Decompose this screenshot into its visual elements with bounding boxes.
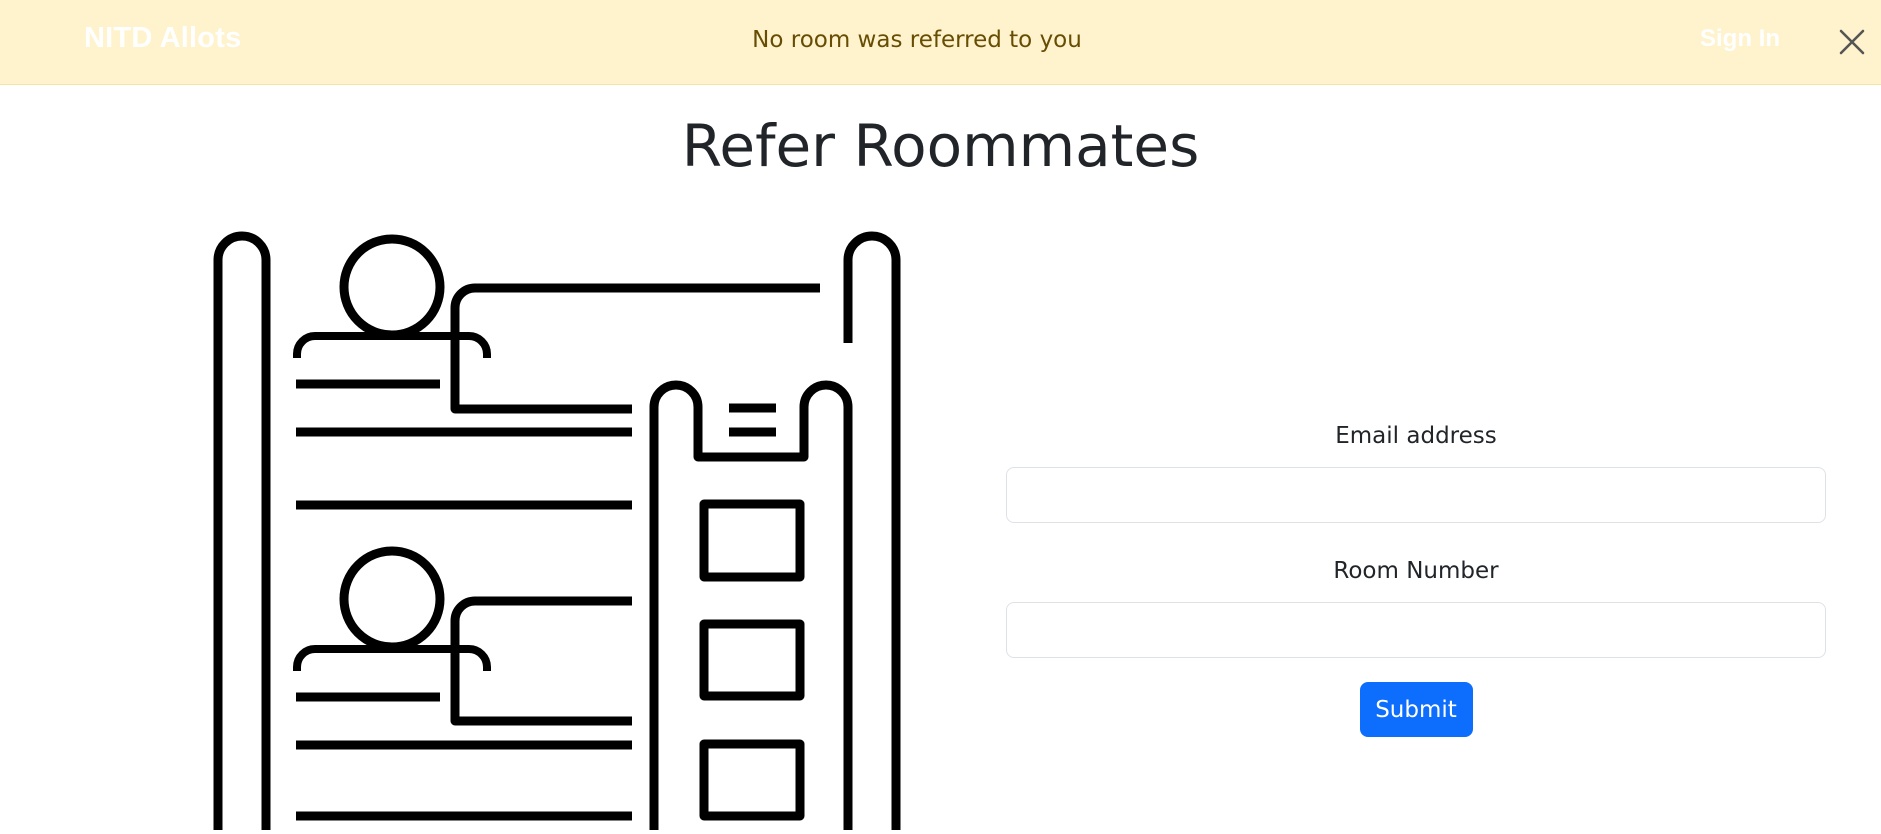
close-icon <box>1839 29 1865 55</box>
submit-button[interactable]: Submit <box>1359 682 1473 737</box>
refer-form: Email address Room Number Submit <box>1006 420 1826 737</box>
page-title: Refer Roommates <box>681 112 1200 180</box>
sign-in-link[interactable]: Sign In <box>1700 25 1780 53</box>
bunk-bed-illustration <box>212 230 912 830</box>
close-alert-button[interactable] <box>1832 22 1872 62</box>
bunk-bed-roommates-icon <box>213 231 901 830</box>
alert-message: No room was referred to you <box>752 27 1082 53</box>
email-label: Email address <box>1335 423 1497 449</box>
alert-banner: NITD Allots No room was referred to you … <box>0 0 1881 85</box>
email-field[interactable] <box>1006 467 1826 523</box>
room-number-field[interactable] <box>1006 602 1826 658</box>
room-number-label: Room Number <box>1333 558 1499 584</box>
